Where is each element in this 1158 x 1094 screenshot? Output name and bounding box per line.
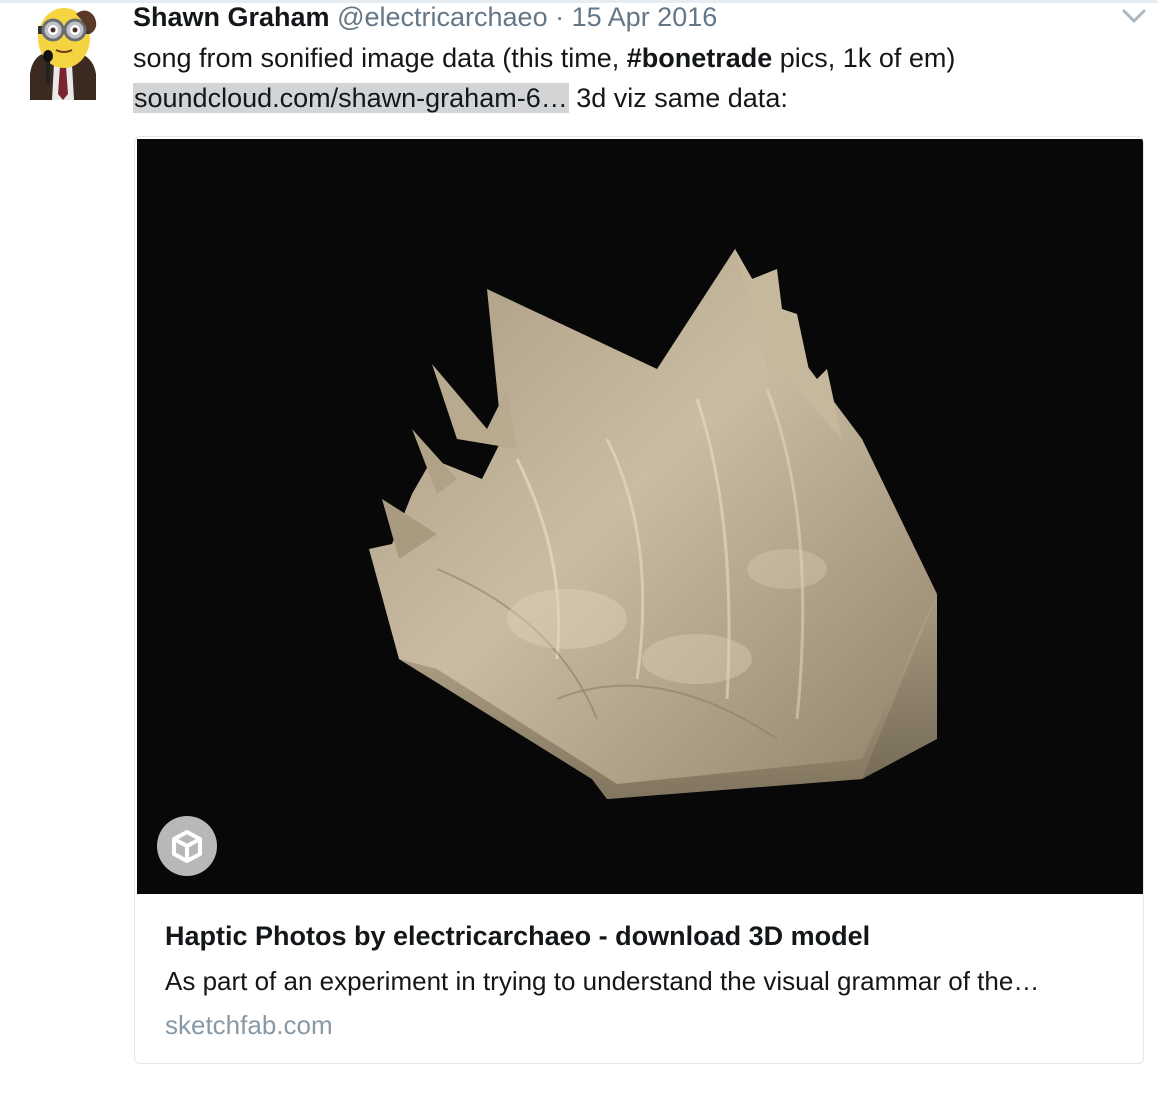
separator: · (555, 2, 565, 32)
author-name[interactable]: Shawn Graham (133, 2, 330, 32)
tweet: Shawn Graham @electricarchaeo · 15 Apr 2… (0, 0, 1158, 1094)
avatar[interactable] (24, 4, 102, 100)
soundcloud-link[interactable]: soundcloud.com/shawn-graham-6… (133, 83, 569, 113)
text-segment: 3d viz same data: (568, 83, 788, 113)
chevron-down-icon[interactable] (1119, 4, 1149, 28)
text-segment: song from sonified image data (this time… (133, 43, 627, 73)
card-domain[interactable]: sketchfab.com (165, 1003, 1125, 1047)
card-image-3d-model[interactable] (137, 139, 1143, 894)
tweet-text-line-2: soundcloud.com/shawn-graham-6… 3d viz sa… (133, 78, 1133, 118)
sketchfab-cube-icon (157, 816, 217, 876)
text-segment: pics, 1k of em) (772, 43, 956, 73)
hashtag-link[interactable]: #bonetrade (627, 43, 773, 73)
author-handle[interactable]: @electricarchaeo (337, 2, 548, 32)
card-description: As part of an experiment in trying to un… (165, 966, 1040, 996)
tweet-text-line-1: song from sonified image data (this time… (133, 38, 1133, 78)
tweet-date[interactable]: 15 Apr 2016 (572, 2, 718, 32)
card-body: Haptic Photos by electricarchaeo - downl… (165, 917, 1125, 1047)
tweet-header: Shawn Graham @electricarchaeo · 15 Apr 2… (133, 0, 717, 34)
link-card[interactable]: Haptic Photos by electricarchaeo - downl… (134, 136, 1144, 1064)
tweet-text: song from sonified image data (this time… (133, 38, 1133, 118)
card-title[interactable]: Haptic Photos by electricarchaeo - downl… (165, 917, 1125, 955)
